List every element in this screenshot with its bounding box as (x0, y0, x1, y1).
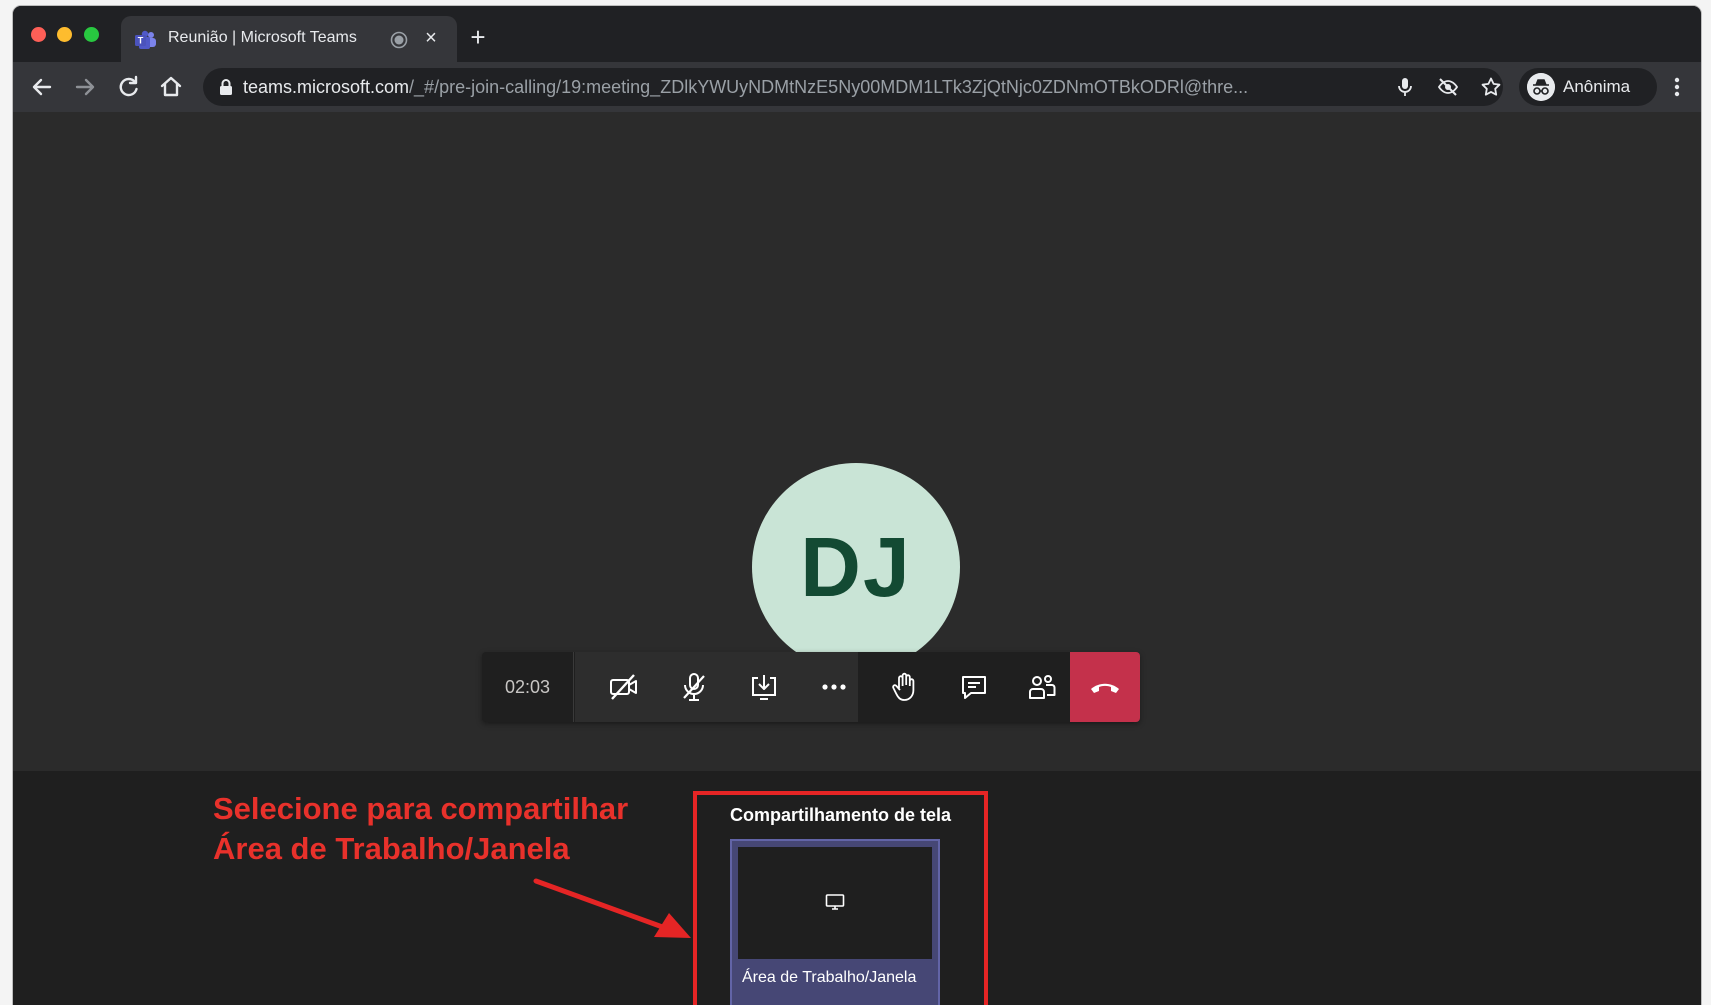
share-section-title: Compartilhamento de tela (729, 805, 952, 825)
hand-icon (892, 672, 915, 701)
mic-off-icon (683, 673, 705, 701)
annotation-line-1: Selecione para compartilhar (213, 791, 629, 826)
participants-button[interactable] (1007, 652, 1077, 722)
monitor-icon (825, 894, 845, 910)
tab-title: Reunião | Microsoft Teams (168, 29, 357, 46)
camera-off-icon (610, 674, 637, 700)
tab-teams-meeting[interactable]: T Reunião | Microsoft Teams × (121, 16, 457, 62)
lock-icon (220, 79, 232, 95)
share-option-preview (738, 847, 932, 959)
hang-up-button[interactable] (1070, 652, 1140, 722)
profile-label: Anônima (1563, 77, 1631, 96)
close-window-button[interactable] (31, 27, 46, 42)
tab-strip: T Reunião | Microsoft Teams × + (13, 6, 1701, 62)
star-icon[interactable] (1480, 76, 1502, 98)
meeting-stage: DJ 02:03 (13, 112, 1701, 779)
browser-window: T Reunião | Microsoft Teams × + teams.mi… (13, 6, 1701, 1005)
chat-button[interactable] (939, 652, 1009, 722)
reload-icon[interactable] (115, 74, 141, 100)
phone-hangup-icon (1091, 683, 1119, 693)
teams-icon: T (135, 30, 156, 49)
new-tab-button[interactable]: + (465, 24, 491, 52)
svg-text:T: T (138, 36, 144, 46)
url-text[interactable]: teams.microsoft.com/_#/pre-join-calling/… (243, 77, 1283, 98)
chat-icon (962, 676, 986, 699)
raise-hand-button[interactable] (869, 652, 939, 722)
recording-dot-icon (390, 31, 408, 49)
instruction-annotation: Selecione para compartilhar Área de Trab… (213, 789, 629, 869)
eye-off-icon[interactable] (1437, 76, 1459, 98)
more-actions-button[interactable] (799, 652, 869, 722)
forward-arrow-icon[interactable] (72, 74, 98, 100)
incognito-icon (1527, 73, 1555, 101)
kebab-menu-icon[interactable] (1671, 74, 1683, 100)
highlight-box: Compartilhamento de tela Área de Trabalh… (693, 791, 988, 1005)
home-icon[interactable] (158, 74, 184, 100)
maximize-window-button[interactable] (84, 27, 99, 42)
mic-off-button[interactable] (659, 652, 729, 722)
share-screen-button[interactable] (729, 652, 799, 722)
ellipsis-icon (822, 684, 846, 690)
participant-avatar: DJ (752, 463, 960, 671)
microphone-icon[interactable] (1394, 76, 1416, 98)
url-path: /_#/pre-join-calling/19:meeting_ZDlkYWUy… (409, 77, 1249, 97)
share-tray: Selecione para compartilhar Área de Trab… (13, 771, 1701, 1005)
arrow-annotation (533, 878, 691, 938)
annotation-line-2: Área de Trabalho/Janela (213, 831, 570, 866)
call-control-bar: 02:03 (482, 652, 1140, 722)
call-timer: 02:03 (482, 652, 574, 722)
address-bar[interactable]: teams.microsoft.com/_#/pre-join-calling/… (203, 68, 1503, 106)
profile-button[interactable]: Anônima (1519, 68, 1657, 106)
share-tray-icon (752, 675, 776, 700)
share-option-desktop-window[interactable]: Área de Trabalho/Janela (730, 839, 940, 1005)
camera-off-button[interactable] (589, 652, 659, 722)
share-option-label: Área de Trabalho/Janela (742, 969, 917, 986)
browser-toolbar: teams.microsoft.com/_#/pre-join-calling/… (13, 62, 1701, 112)
people-icon (1029, 675, 1056, 699)
minimize-window-button[interactable] (57, 27, 72, 42)
close-tab-button[interactable]: × (419, 26, 443, 50)
url-host: teams.microsoft.com (243, 77, 410, 97)
back-arrow-icon[interactable] (29, 74, 55, 100)
